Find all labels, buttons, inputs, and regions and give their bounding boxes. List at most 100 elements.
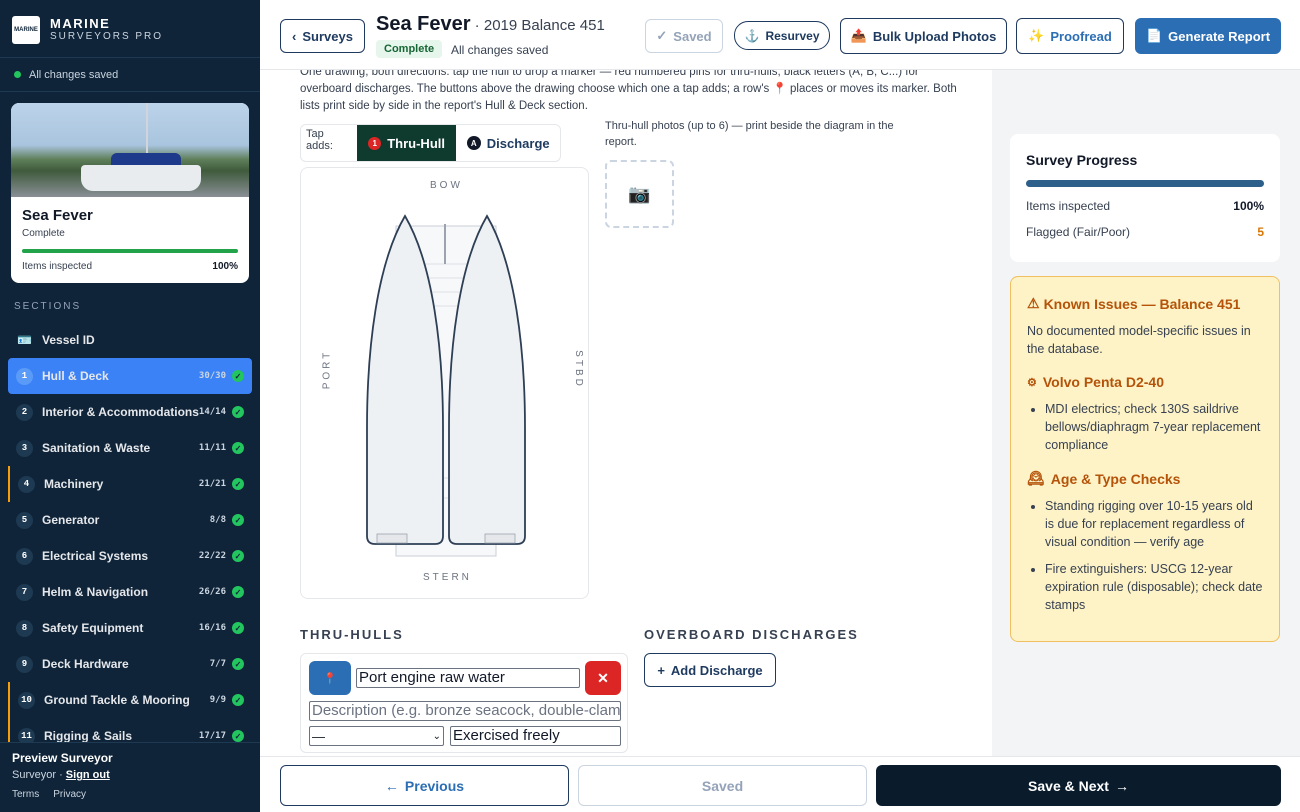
previous-button[interactable]: ← Previous xyxy=(280,765,569,806)
sidebar-section-item[interactable]: 4 Machinery 21/21 ✓ xyxy=(8,466,252,502)
upload-icon: 📤 xyxy=(850,28,867,43)
header-saved-text: All changes saved xyxy=(451,43,549,57)
engine-gear-icon: ⚙ xyxy=(1027,376,1037,389)
back-to-surveys-button[interactable]: ‹ Surveys xyxy=(280,19,365,53)
arrow-left-icon: ← xyxy=(384,777,399,794)
tap-mode-toggle: Tap adds: 1 Thru-Hull A Discharge xyxy=(300,124,561,162)
sidebar-section-item[interactable]: 6 Electrical Systems 22/22 ✓ xyxy=(8,538,252,574)
section-number-badge: 10 xyxy=(18,691,35,709)
sidebar-section-item[interactable]: 5 Generator 8/8 ✓ xyxy=(8,502,252,538)
terms-link[interactable]: Terms xyxy=(12,789,39,800)
user-role: Surveyor · xyxy=(12,769,66,781)
proofread-button[interactable]: ✨ Proofread xyxy=(1016,18,1124,54)
section-number-badge: 4 xyxy=(18,475,35,493)
section-label: Deck Hardware xyxy=(42,657,129,671)
chevron-down-icon: ⌄ xyxy=(432,730,441,742)
sign-out-link[interactable]: Sign out xyxy=(66,769,110,781)
flagged-value: 5 xyxy=(1257,225,1264,239)
thru-hull-description-input[interactable]: Description (e.g. bronze seacock, double… xyxy=(309,701,621,721)
diagram-instructions: One drawing, both directions: tap the hu… xyxy=(300,70,957,112)
section-label: Generator xyxy=(42,513,100,527)
known-issues-card: ⚠ Known Issues — Balance 451 No documente… xyxy=(1010,276,1280,642)
sidebar-section-item[interactable]: 1 Hull & Deck 30/30 ✓ xyxy=(8,358,252,394)
brand-logo[interactable]: MARINE xyxy=(12,15,40,44)
sections-label: SECTIONS xyxy=(14,301,82,312)
sidebar-section-item[interactable]: 7 Helm & Navigation 26/26 ✓ xyxy=(8,574,252,610)
thru-hull-type-select[interactable]: — ⌄ xyxy=(309,726,444,746)
sidebar-item-vessel-id[interactable]: 🪪 Vessel ID xyxy=(8,322,252,358)
add-photo-button[interactable]: 📷 xyxy=(605,160,674,228)
age-checks-title: Age & Type Checks xyxy=(1050,470,1181,487)
section-number-badge: 9 xyxy=(16,655,33,673)
section-label: Machinery xyxy=(44,477,104,491)
resurvey-button[interactable]: ⚓ Resurvey xyxy=(734,21,830,50)
brand-line1: MARINE xyxy=(50,16,111,31)
check-icon: ✓ xyxy=(656,28,668,43)
progress-title: Survey Progress xyxy=(1026,152,1138,168)
vessel-photo xyxy=(11,103,249,197)
sidebar-section-item[interactable]: 3 Sanitation & Waste 11/11 ✓ xyxy=(8,430,252,466)
section-label: Ground Tackle & Mooring xyxy=(44,693,190,707)
section-count: 16/16 xyxy=(198,623,226,633)
sidebar-section-item[interactable]: 8 Safety Equipment 16/16 ✓ xyxy=(8,610,252,646)
saved-dot-icon xyxy=(14,71,21,78)
section-count: 17/17 xyxy=(198,731,226,741)
camera-icon: 📷 xyxy=(628,183,651,204)
add-discharge-button[interactable]: + Add Discharge xyxy=(644,653,776,687)
save-and-next-button[interactable]: Save & Next → xyxy=(876,765,1281,806)
sparkle-icon: ✨ xyxy=(1028,28,1045,43)
section-number-badge: 8 xyxy=(16,619,33,637)
close-icon: ✕ xyxy=(597,669,609,686)
sidebar-save-status: All changes saved xyxy=(0,58,260,92)
flagged-label: Flagged (Fair/Poor) xyxy=(1026,225,1131,239)
section-count: 26/26 xyxy=(198,587,226,597)
check-circle-icon: ✓ xyxy=(232,694,244,706)
brand: MARINE MARINE SURVEYORS PRO xyxy=(0,0,260,58)
main-content: One drawing, both directions: tap the hu… xyxy=(260,70,992,756)
thru-hull-name-input[interactable]: Port engine raw water xyxy=(356,668,580,688)
sidebar-section-item[interactable]: 10 Ground Tackle & Mooring 9/9 ✓ xyxy=(8,682,252,718)
section-label: Sanitation & Waste xyxy=(42,441,151,455)
saved-button[interactable]: ✓ Saved xyxy=(645,19,723,53)
section-number-badge: 2 xyxy=(16,403,33,421)
section-count: 30/30 xyxy=(198,371,226,381)
bulk-upload-photos-button[interactable]: 📤 Bulk Upload Photos xyxy=(840,18,1007,54)
catamaran-hull-drawing xyxy=(366,214,526,557)
check-circle-icon: ✓ xyxy=(232,730,244,742)
engine-issues-title: Volvo Penta D2-40 xyxy=(1042,374,1164,390)
vessel-card[interactable]: Sea Fever Complete Items inspected 100% xyxy=(11,103,249,283)
sidebar-section-item[interactable]: 9 Deck Hardware 7/7 ✓ xyxy=(8,646,252,682)
arrow-right-icon: → xyxy=(1114,777,1129,794)
thru-hull-condition-input[interactable]: Exercised freely xyxy=(450,726,621,746)
vessel-name: Sea Fever xyxy=(22,207,93,224)
tap-discharge-button[interactable]: A Discharge xyxy=(456,125,560,161)
place-marker-button[interactable]: 📍 xyxy=(309,661,351,695)
list-item: Fire extinguishers: USCG 12-year expirat… xyxy=(1045,560,1263,614)
age-checks-list: Standing rigging over 10-15 years old is… xyxy=(1027,497,1263,614)
privacy-link[interactable]: Privacy xyxy=(53,789,86,800)
check-circle-icon: ✓ xyxy=(232,586,244,598)
section-count: 21/21 xyxy=(198,479,226,489)
section-label: Rigging & Sails xyxy=(44,729,133,743)
thru-hull-row: 📍 Port engine raw water ✕ Description (e… xyxy=(300,653,628,753)
section-number-badge: 1 xyxy=(16,367,33,385)
delete-thru-hull-button[interactable]: ✕ xyxy=(585,661,621,695)
section-count: 22/22 xyxy=(198,551,226,561)
section-count: 8/8 xyxy=(209,515,226,525)
bottom-bar: ← Previous Saved Save & Next → xyxy=(260,756,1300,812)
hull-diagram[interactable]: BOW STERN PORT STBD xyxy=(300,167,589,599)
check-circle-icon: ✓ xyxy=(232,658,244,670)
engine-issues-list: MDI electrics; check 130S saildrive bell… xyxy=(1027,400,1263,454)
sidebar-footer: Preview Surveyor Surveyor · Sign out Ter… xyxy=(0,742,260,812)
tap-thru-hull-button[interactable]: 1 Thru-Hull xyxy=(356,125,457,161)
check-circle-icon: ✓ xyxy=(232,514,244,526)
clock-icon: 🕰 xyxy=(1027,470,1045,486)
sidebar: MARINE MARINE SURVEYORS PRO All changes … xyxy=(0,0,260,812)
survey-progress-bar xyxy=(1026,180,1264,187)
sidebar-section-item[interactable]: 2 Interior & Accommodations 14/14 ✓ xyxy=(8,394,252,430)
section-count: 9/9 xyxy=(209,695,226,705)
generate-report-button[interactable]: 📄 Generate Report xyxy=(1135,18,1281,54)
check-circle-icon: ✓ xyxy=(232,370,244,382)
id-card-icon: 🪪 xyxy=(17,333,32,347)
saved-status-button[interactable]: Saved xyxy=(578,765,867,806)
